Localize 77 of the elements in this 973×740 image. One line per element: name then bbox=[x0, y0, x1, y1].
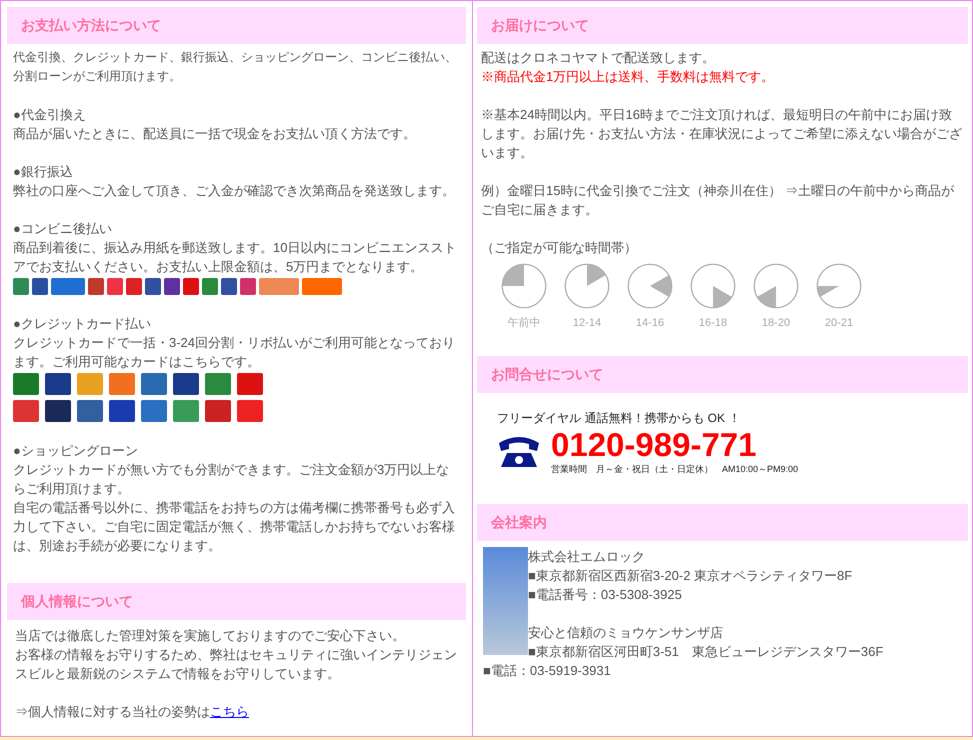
time-slot-label: 16-18 bbox=[698, 316, 728, 331]
free-dial-text: フリーダイヤル 通話無料！携帯からも OK ！ bbox=[497, 410, 742, 426]
time-slot-label: 18-20 bbox=[762, 316, 790, 331]
clock-icon bbox=[753, 263, 799, 309]
body-text: ●ショッピングローン bbox=[13, 442, 139, 460]
body-text: ※基本24時間以内。平日16時までご注文頂ければ、最短明日の午前中にお届け致します。お届け先・お支払い方法・在庫状況によってご希望に添えない場合がございます。 bbox=[481, 106, 963, 162]
store-logo bbox=[107, 278, 123, 295]
body-text: 配送はクロネコヤマトで配送致します。 bbox=[481, 49, 716, 67]
body-text: 株式会社エムロック bbox=[528, 548, 646, 566]
card-logo bbox=[77, 400, 103, 422]
card-logo bbox=[141, 400, 167, 422]
card-logo bbox=[109, 373, 135, 395]
body-text: 自宅の電話番号以外に、携帯電話をお持ちの方は備考欄に携帯番号も必ず入力して下さい。ご自宅に固定電話が無く、携帯電話しかお持ちでないお客様は、別途お手続が必要になります。 bbox=[13, 499, 456, 555]
clock-icon bbox=[501, 263, 547, 309]
store-logo bbox=[221, 278, 237, 295]
free-shipping-note: ※商品代金1万円以上は送料、手数料は無料です。 bbox=[481, 68, 776, 86]
time-slot-label: 12-14 bbox=[572, 316, 602, 331]
body-text: 代金引換、クレジットカード、銀行振込、ショッピングローン、コンビニ後払い、分割ローンがご利用頂けます。 bbox=[13, 49, 458, 85]
privacy-link[interactable]: こちら bbox=[210, 704, 249, 719]
card-logo bbox=[13, 400, 39, 422]
section-heading: お支払い方法について bbox=[7, 7, 466, 44]
body-text: お客様の情報をお守りするため、弊社はセキュリティに強いインテリジェンスビルと最新鋭のシステムで情報をお守りしています。 bbox=[15, 646, 458, 683]
card-logo bbox=[45, 400, 71, 422]
section-heading: 会社案内 bbox=[477, 504, 968, 541]
store-logo bbox=[32, 278, 48, 295]
body-text: ●銀行振込 bbox=[13, 163, 74, 181]
section-heading: お届けについて bbox=[477, 7, 968, 44]
body-text: 当店では徹底した管理対策を実施しておりますのでご安心下さい。 bbox=[15, 627, 406, 645]
store-logo bbox=[202, 278, 218, 295]
body-text: ●クレジットカード払い bbox=[13, 315, 152, 333]
body-text: ⇒個人情報に対する当社の姿勢はこちら bbox=[15, 703, 250, 721]
card-logo bbox=[13, 373, 39, 395]
card-logo bbox=[109, 400, 135, 422]
store-logo bbox=[51, 278, 85, 295]
store-logo bbox=[126, 278, 142, 295]
card-logo bbox=[45, 373, 71, 395]
body-text: 例）金曜日15時に代金引換でご注文（神奈川在住） ⇒土曜日の午前中から商品がご自宅に届きます。 bbox=[481, 182, 956, 219]
card-logo bbox=[173, 373, 199, 395]
body-text: 安心と信頼のミョウケンサンザ店 bbox=[528, 624, 724, 642]
clock-icon bbox=[816, 263, 862, 309]
card-logo bbox=[237, 400, 263, 422]
body-text: ■電話：03-5919-3931 bbox=[483, 662, 612, 680]
card-logo bbox=[77, 373, 103, 395]
body-text: 商品が届いたときに、配送員に一括で現金をお支払い頂く方法です。 bbox=[13, 125, 417, 143]
store-logo bbox=[88, 278, 104, 295]
clock-icon bbox=[627, 263, 673, 309]
store-logo bbox=[13, 278, 29, 295]
section-heading: お問合せについて bbox=[477, 356, 968, 392]
store-logo bbox=[240, 278, 256, 295]
time-slot-label: 20-21 bbox=[824, 316, 854, 331]
store-logo bbox=[259, 278, 299, 295]
clock-icon bbox=[564, 263, 610, 309]
time-slot-label: 午前中 bbox=[508, 316, 540, 331]
clock-icon bbox=[690, 263, 736, 309]
card-logo bbox=[205, 373, 231, 395]
body-text: ■東京都新宿区河田町3-51 東急ビューレジデンスタワー36F bbox=[528, 643, 884, 661]
card-logo bbox=[141, 373, 167, 395]
card-logo bbox=[237, 373, 263, 395]
body-text: ●代金引換え bbox=[13, 106, 87, 124]
body-text: クレジットカードが無い方でも分割ができます。ご注文金額が3万円以上ならご利用頂けます。 bbox=[13, 461, 450, 498]
section-heading: 個人情報について bbox=[7, 583, 466, 620]
card-logo bbox=[205, 400, 231, 422]
store-logo bbox=[145, 278, 161, 295]
business-hours: 営業時間 月～金・祝日（土・日定休） AM10:00～PM9:00 bbox=[551, 462, 798, 476]
body-text: ●コンビニ後払い bbox=[13, 220, 113, 238]
body-text: クレジットカードで一括・3-24回分割・リボ払いがご利用可能となっております。ご利用可能なカードはこちらです。 bbox=[13, 334, 456, 371]
body-text: ■電話番号：03-5308-3925 bbox=[528, 586, 683, 604]
time-slot-label: 14-16 bbox=[636, 316, 664, 331]
store-logo bbox=[302, 278, 342, 295]
body-text: ■東京都新宿区西新宿3-20-2 東京オペラシティタワー8F bbox=[528, 567, 854, 585]
body-text: 弊社の口座へご入金して頂き、ご入金が確認でき次第商品を発送致します。 bbox=[13, 182, 456, 200]
card-logo bbox=[173, 400, 199, 422]
phone-number: 0120-989-771 bbox=[551, 426, 758, 462]
store-logo bbox=[183, 278, 199, 295]
store-logo bbox=[164, 278, 180, 295]
body-text: （ご指定が可能な時間帯） bbox=[481, 239, 638, 257]
body-text: 商品到着後に、振込み用紙を郵送致します。10日以内にコンビニエンスストアでお支払いください。お支払い上限金額は、5万円までとなります。 bbox=[13, 239, 458, 276]
